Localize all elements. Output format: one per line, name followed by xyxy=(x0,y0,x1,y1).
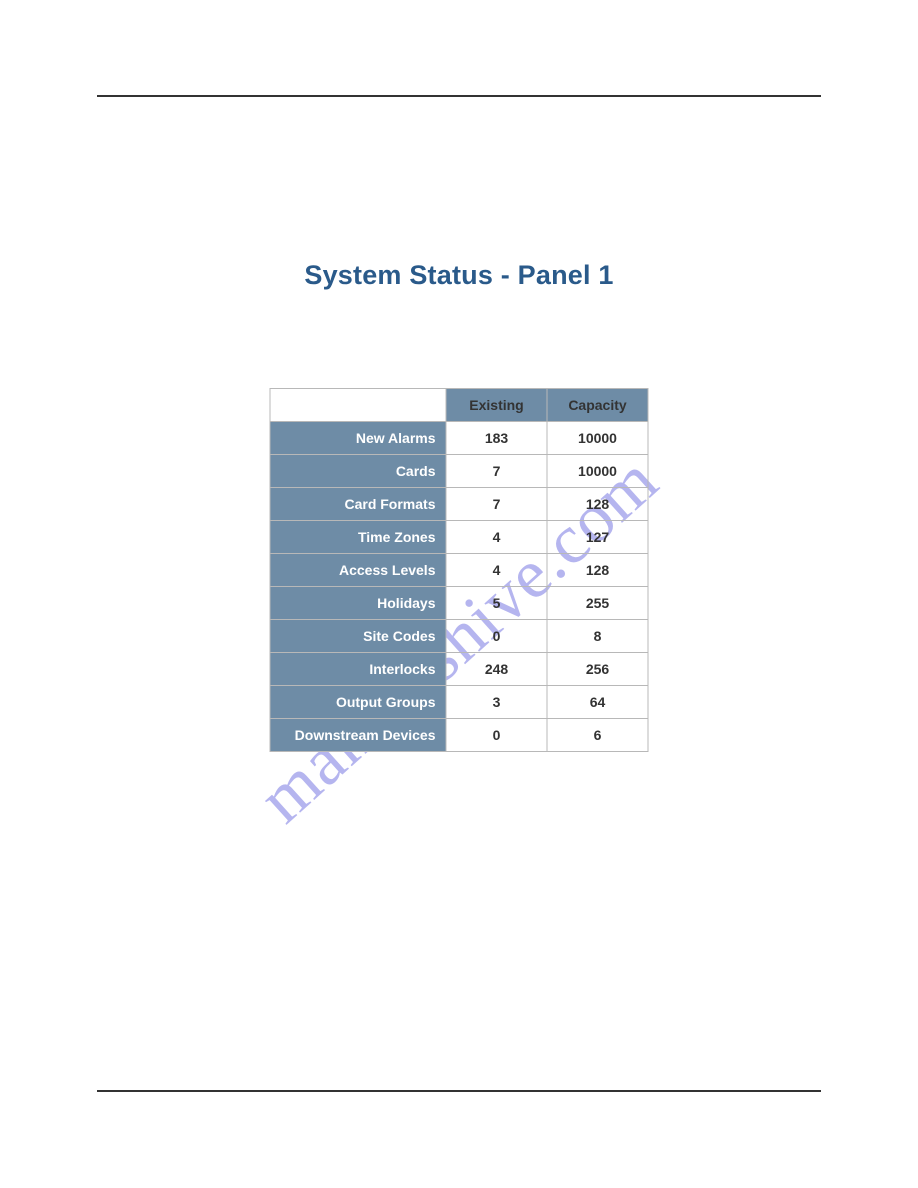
status-table-wrap: Existing Capacity New Alarms 183 10000 C… xyxy=(270,388,649,752)
row-label: New Alarms xyxy=(270,422,446,455)
row-capacity: 128 xyxy=(547,488,648,521)
row-label: Holidays xyxy=(270,587,446,620)
row-existing: 248 xyxy=(446,653,547,686)
table-row: Output Groups 3 64 xyxy=(270,686,648,719)
row-capacity: 255 xyxy=(547,587,648,620)
top-divider xyxy=(97,95,821,97)
row-existing: 3 xyxy=(446,686,547,719)
row-label: Card Formats xyxy=(270,488,446,521)
row-label: Output Groups xyxy=(270,686,446,719)
document-page: System Status - Panel 1 manualshive.com … xyxy=(0,0,918,1188)
row-existing: 7 xyxy=(446,488,547,521)
row-capacity: 10000 xyxy=(547,455,648,488)
row-capacity: 6 xyxy=(547,719,648,752)
row-label: Cards xyxy=(270,455,446,488)
row-capacity: 128 xyxy=(547,554,648,587)
row-capacity: 127 xyxy=(547,521,648,554)
status-table: Existing Capacity New Alarms 183 10000 C… xyxy=(270,388,649,752)
row-existing: 5 xyxy=(446,587,547,620)
row-capacity: 8 xyxy=(547,620,648,653)
table-row: Interlocks 248 256 xyxy=(270,653,648,686)
row-label: Time Zones xyxy=(270,521,446,554)
row-label: Site Codes xyxy=(270,620,446,653)
row-existing: 0 xyxy=(446,719,547,752)
table-header-row: Existing Capacity xyxy=(270,389,648,422)
row-label: Downstream Devices xyxy=(270,719,446,752)
row-existing: 4 xyxy=(446,554,547,587)
table-row: Downstream Devices 0 6 xyxy=(270,719,648,752)
table-row: Cards 7 10000 xyxy=(270,455,648,488)
page-title: System Status - Panel 1 xyxy=(0,260,918,291)
header-capacity: Capacity xyxy=(547,389,648,422)
table-row: Site Codes 0 8 xyxy=(270,620,648,653)
row-capacity: 256 xyxy=(547,653,648,686)
table-row: New Alarms 183 10000 xyxy=(270,422,648,455)
table-row: Time Zones 4 127 xyxy=(270,521,648,554)
row-capacity: 64 xyxy=(547,686,648,719)
table-row: Holidays 5 255 xyxy=(270,587,648,620)
header-blank xyxy=(270,389,446,422)
row-label: Interlocks xyxy=(270,653,446,686)
bottom-divider xyxy=(97,1090,821,1092)
row-existing: 0 xyxy=(446,620,547,653)
row-existing: 183 xyxy=(446,422,547,455)
row-existing: 7 xyxy=(446,455,547,488)
row-capacity: 10000 xyxy=(547,422,648,455)
row-existing: 4 xyxy=(446,521,547,554)
header-existing: Existing xyxy=(446,389,547,422)
table-row: Card Formats 7 128 xyxy=(270,488,648,521)
row-label: Access Levels xyxy=(270,554,446,587)
table-row: Access Levels 4 128 xyxy=(270,554,648,587)
